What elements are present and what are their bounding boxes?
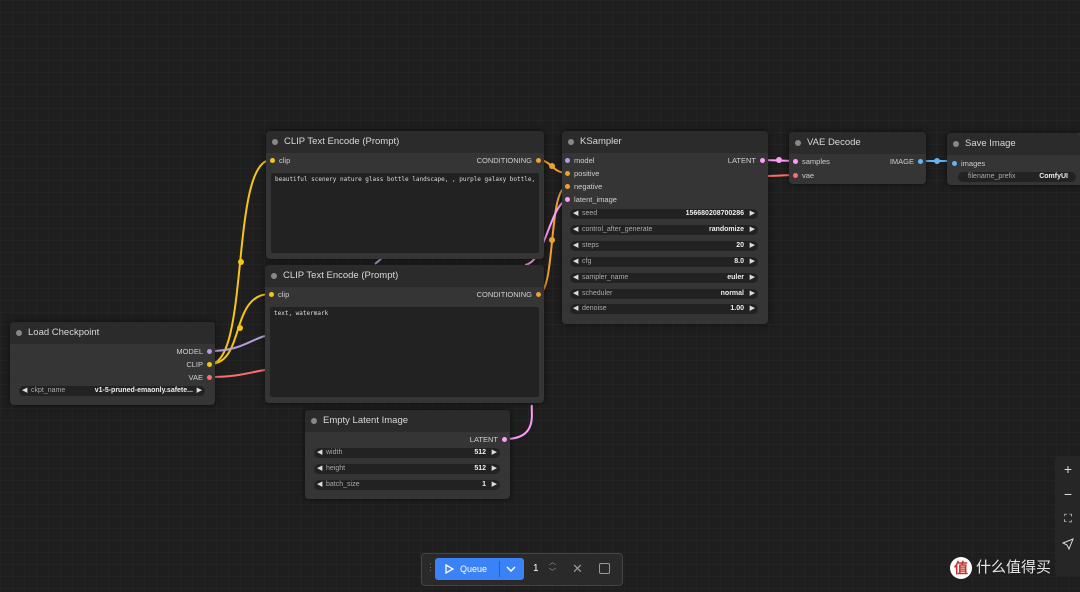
locate-icon[interactable] bbox=[1057, 533, 1079, 555]
widget-ckpt-name[interactable]: ◀ ckpt_name v1-5-pruned-emaonly.safete... ▶ bbox=[19, 386, 205, 396]
increment-arrow-icon[interactable]: ▶ bbox=[750, 225, 755, 235]
increment-arrow-icon[interactable]: ▶ bbox=[750, 289, 755, 299]
increment-arrow-icon[interactable]: ▶ bbox=[492, 464, 497, 474]
increment-arrow-icon[interactable]: ▶ bbox=[750, 209, 755, 219]
queue-divider bbox=[499, 561, 500, 577]
load-checkpoint-node[interactable]: Load Checkpoint MODEL CLIP VAE ◀ ckpt_nam… bbox=[10, 322, 215, 405]
prompt-textarea[interactable]: beautiful scenery nature glass bottle la… bbox=[271, 173, 539, 253]
widget-width[interactable]: ◀ width 512 ▶ bbox=[314, 448, 500, 458]
node-title[interactable]: CLIP Text Encode (Prompt) bbox=[266, 131, 544, 153]
collapse-dot-icon[interactable] bbox=[272, 139, 278, 145]
play-icon bbox=[445, 564, 454, 574]
input-model[interactable]: model bbox=[565, 156, 594, 165]
widget-height[interactable]: ◀ height 512 ▶ bbox=[314, 464, 500, 474]
collapse-dot-icon[interactable] bbox=[795, 140, 801, 146]
output-conditioning[interactable]: CONDITIONING bbox=[477, 156, 541, 165]
collapse-dot-icon[interactable] bbox=[271, 273, 277, 279]
decrement-arrow-icon[interactable]: ◀ bbox=[573, 273, 578, 283]
watermark: 值什么值得买 bbox=[950, 556, 1052, 580]
link-model bbox=[209, 335, 266, 352]
increment-arrow-icon[interactable]: ▶ bbox=[750, 241, 755, 251]
node-title[interactable]: Save Image bbox=[947, 133, 1080, 155]
chevron-down-icon[interactable] bbox=[506, 566, 516, 572]
decrement-arrow-icon[interactable]: ◀ bbox=[573, 225, 578, 235]
link-vae bbox=[209, 369, 266, 378]
clip-text-encode-node-positive[interactable]: CLIP Text Encode (Prompt) clip CONDITION… bbox=[266, 131, 544, 259]
input-clip[interactable]: clip bbox=[269, 290, 289, 299]
widget-cfg[interactable]: ◀ cfg 8.0 ▶ bbox=[570, 257, 758, 267]
decrement-arrow-icon[interactable]: ◀ bbox=[317, 480, 322, 490]
output-latent[interactable]: LATENT bbox=[470, 435, 507, 444]
increment-arrow-icon[interactable]: ▶ bbox=[492, 480, 497, 490]
increment-arrow-icon[interactable]: ▶ bbox=[492, 448, 497, 458]
collapse-dot-icon[interactable] bbox=[953, 141, 959, 147]
increment-arrow-icon[interactable]: ▶ bbox=[750, 304, 755, 314]
collapse-dot-icon[interactable] bbox=[16, 330, 22, 336]
input-vae[interactable]: vae bbox=[793, 171, 814, 180]
plus-icon[interactable]: + bbox=[1057, 458, 1079, 480]
chevron-up-icon[interactable]: ︿ bbox=[549, 558, 556, 568]
output-conditioning[interactable]: CONDITIONING bbox=[477, 290, 541, 299]
save-image-node[interactable]: Save Image images filename_prefix ComfyUI bbox=[947, 133, 1080, 185]
ksampler-node[interactable]: KSampler model positive negative latent_… bbox=[562, 131, 768, 324]
fit-view-icon[interactable]: ⛶ bbox=[1057, 508, 1079, 530]
decrement-arrow-icon[interactable]: ◀ bbox=[573, 257, 578, 267]
queue-toolbar: ⋮ Queue 1 ︿ ﹀ ✕ bbox=[421, 553, 623, 586]
increment-arrow-icon[interactable]: ▶ bbox=[750, 257, 755, 267]
node-title[interactable]: CLIP Text Encode (Prompt) bbox=[265, 265, 544, 287]
node-title[interactable]: VAE Decode bbox=[789, 132, 926, 154]
widget-control-after-generate[interactable]: ◀ control_after_generate randomize ▶ bbox=[570, 225, 758, 235]
link-clip-encode2 bbox=[209, 293, 271, 365]
node-title[interactable]: Load Checkpoint bbox=[10, 322, 215, 344]
collapse-dot-icon[interactable] bbox=[568, 139, 574, 145]
decrement-arrow-icon[interactable]: ◀ bbox=[22, 386, 27, 396]
widget-scheduler[interactable]: ◀ scheduler normal ▶ bbox=[570, 289, 758, 299]
input-latent-image[interactable]: latent_image bbox=[565, 195, 617, 204]
output-image[interactable]: IMAGE bbox=[890, 157, 923, 166]
drag-handle-icon[interactable]: ⋮ bbox=[426, 562, 435, 573]
widget-steps[interactable]: ◀ steps 20 ▶ bbox=[570, 241, 758, 251]
decrement-arrow-icon[interactable]: ◀ bbox=[573, 241, 578, 251]
link-clip-encode1 bbox=[209, 159, 272, 365]
input-clip[interactable]: clip bbox=[270, 156, 290, 165]
increment-arrow-icon[interactable]: ▶ bbox=[750, 273, 755, 283]
input-negative[interactable]: negative bbox=[565, 182, 602, 191]
watermark-logo: 值 bbox=[950, 557, 972, 580]
clip-text-encode-node-negative[interactable]: CLIP Text Encode (Prompt) clip CONDITION… bbox=[265, 265, 544, 403]
prompt-textarea[interactable]: text, watermark bbox=[270, 307, 539, 397]
vae-decode-node[interactable]: VAE Decode samples vae IMAGE bbox=[789, 132, 926, 184]
decrement-arrow-icon[interactable]: ◀ bbox=[573, 304, 578, 314]
increment-arrow-icon[interactable]: ▶ bbox=[197, 386, 202, 396]
widget-seed[interactable]: ◀ seed 156680208700286 ▶ bbox=[570, 209, 758, 219]
widget-denoise[interactable]: ◀ denoise 1.00 ▶ bbox=[570, 304, 758, 314]
watermark-text: 什么值得买 bbox=[976, 559, 1052, 576]
output-clip[interactable]: CLIP bbox=[186, 360, 212, 369]
output-vae[interactable]: VAE bbox=[189, 373, 212, 382]
decrement-arrow-icon[interactable]: ◀ bbox=[573, 209, 578, 219]
output-latent[interactable]: LATENT bbox=[728, 156, 765, 165]
zoom-controls: + − ⛶ bbox=[1055, 456, 1080, 576]
decrement-arrow-icon[interactable]: ◀ bbox=[317, 448, 322, 458]
widget-sampler-name[interactable]: ◀ sampler_name euler ▶ bbox=[570, 273, 758, 283]
chevron-down-icon[interactable]: ﹀ bbox=[549, 568, 556, 578]
output-model[interactable]: MODEL bbox=[176, 347, 212, 356]
decrement-arrow-icon[interactable]: ◀ bbox=[317, 464, 322, 474]
input-images[interactable]: images bbox=[952, 159, 985, 168]
close-icon[interactable]: ✕ bbox=[572, 561, 583, 577]
widget-filename-prefix[interactable]: filename_prefix ComfyUI bbox=[958, 172, 1076, 182]
collapse-dot-icon[interactable] bbox=[311, 418, 317, 424]
stop-icon[interactable] bbox=[599, 563, 610, 574]
input-positive[interactable]: positive bbox=[565, 169, 599, 178]
node-title[interactable]: Empty Latent Image bbox=[305, 410, 510, 432]
minus-icon[interactable]: − bbox=[1057, 483, 1079, 505]
node-title[interactable]: KSampler bbox=[562, 131, 768, 153]
empty-latent-image-node[interactable]: Empty Latent Image LATENT ◀ width 512 ▶ ◀ he… bbox=[305, 410, 510, 499]
decrement-arrow-icon[interactable]: ◀ bbox=[573, 289, 578, 299]
queue-button[interactable]: Queue bbox=[435, 558, 524, 580]
widget-batch-size[interactable]: ◀ batch_size 1 ▶ bbox=[314, 480, 500, 490]
batch-count-stepper[interactable]: ︿ ﹀ bbox=[549, 558, 556, 578]
input-samples[interactable]: samples bbox=[793, 157, 830, 166]
batch-count-input[interactable]: 1 bbox=[533, 563, 539, 574]
